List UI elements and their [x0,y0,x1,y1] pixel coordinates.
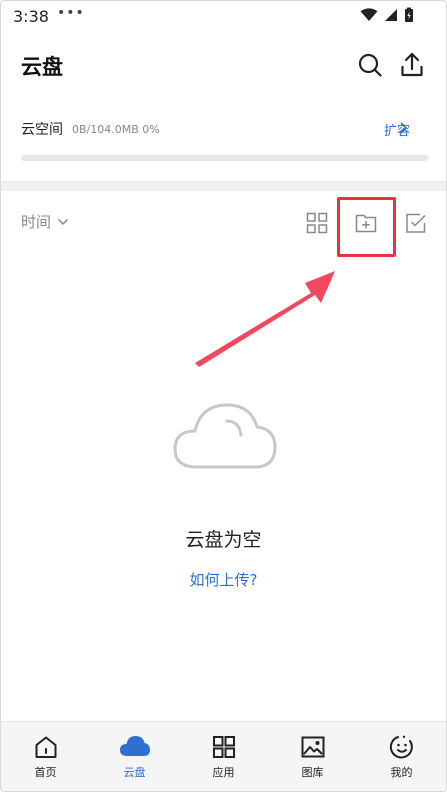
how-to-upload-link[interactable]: 如何上传? [1,569,446,590]
chevron-right-icon [400,122,408,134]
nav-apps[interactable]: 应用 [179,722,268,791]
search-icon [358,53,382,77]
battery-icon [405,7,413,22]
status-icons [360,7,414,23]
sort-dropdown[interactable]: 时间 [21,211,69,232]
storage-label: 云空间 [21,122,63,138]
sort-label: 时间 [21,213,52,231]
home-icon [35,736,56,758]
nav-label-gallery: 图库 [301,766,324,779]
app-frame: 3:38 ••• 云盘 云空间 0B/104.0MB 0% 扩容 时间 云盘为空… [0,0,447,792]
nav-label-cloud: 云盘 [123,766,146,779]
upload-button[interactable] [398,51,426,79]
annotation-highlight-box [337,197,396,257]
nav-label-profile: 我的 [390,766,413,779]
nav-label-home: 首页 [34,766,57,779]
signal-icon [385,9,397,21]
multi-select-button[interactable] [404,211,428,235]
annotation-arrow-icon [195,271,335,367]
chevron-down-icon [57,218,69,225]
page-title: 云盘 [21,55,63,79]
status-time: 3:38 [13,7,49,26]
nav-home[interactable]: 首页 [1,722,90,791]
grid-view-button[interactable] [305,211,329,235]
gallery-icon [301,736,324,758]
empty-cloud-icon [173,403,277,469]
section-divider [1,181,446,191]
empty-state-title: 云盘为空 [185,529,262,551]
search-button[interactable] [356,51,384,79]
storage-panel: 云空间 0B/104.0MB 0% 扩容 [1,109,446,179]
nav-profile[interactable]: 我的 [357,722,446,791]
bottom-nav: 首页 云盘 应用 图库 我的 [1,721,446,791]
nav-label-apps: 应用 [212,766,235,779]
header: 云盘 [1,41,446,89]
checkbox-icon [406,213,426,233]
storage-usage: 0B/104.0MB 0% [72,123,160,136]
grid-view-icon [306,212,328,234]
wifi-icon [360,8,378,21]
apps-icon [212,736,235,758]
cloud-icon [119,736,150,756]
nav-gallery[interactable]: 图库 [268,722,357,791]
profile-icon [389,735,413,759]
storage-progress-bar [21,155,428,161]
status-notification-dots: ••• [57,5,85,21]
upload-icon [401,52,423,77]
nav-cloud[interactable]: 云盘 [90,722,179,791]
status-bar: 3:38 ••• [1,1,446,33]
